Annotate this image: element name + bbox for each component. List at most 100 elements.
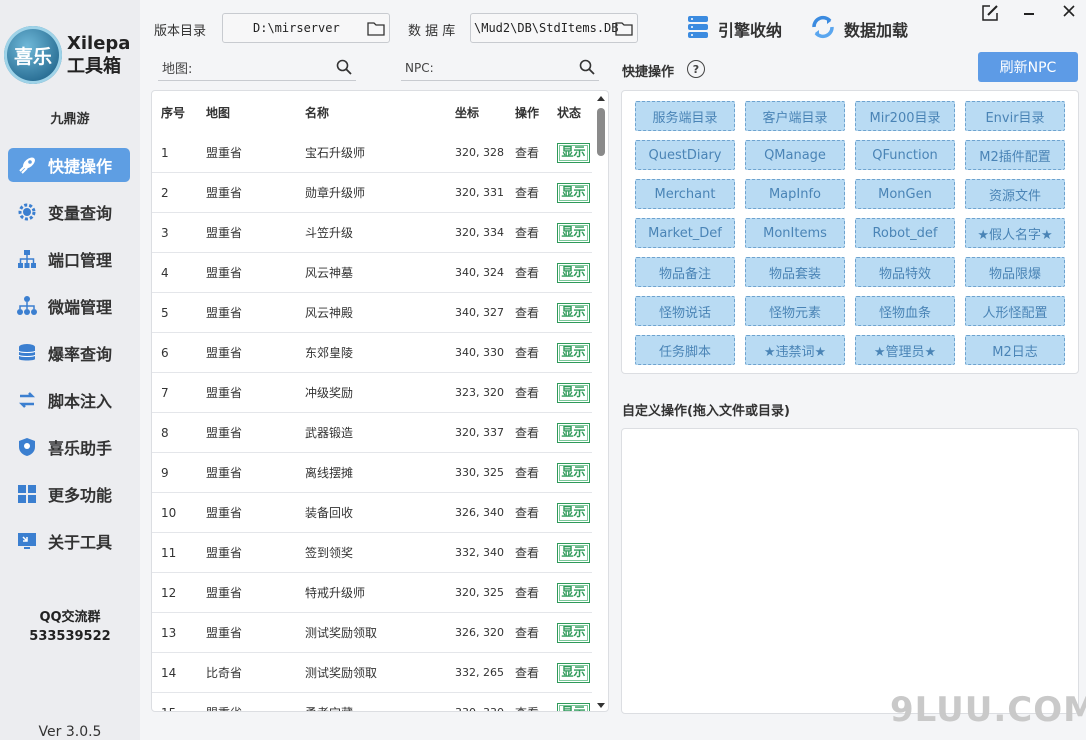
view-link[interactable]: 查看 xyxy=(506,224,548,241)
col-header-xy[interactable]: 坐标 xyxy=(446,104,506,121)
quick-op-button[interactable]: MonItems xyxy=(745,218,845,248)
close-icon[interactable] xyxy=(1058,0,1080,22)
table-row[interactable]: 7 盟重省 冲级奖励 323, 320 查看 显示 xyxy=(152,373,592,413)
table-row[interactable]: 12 盟重省 特戒升级师 320, 325 查看 显示 xyxy=(152,573,592,613)
quick-op-button[interactable]: Envir目录 xyxy=(965,101,1065,131)
table-row[interactable]: 11 盟重省 签到领奖 332, 340 查看 显示 xyxy=(152,533,592,573)
quick-op-button[interactable]: 资源文件 xyxy=(965,179,1065,209)
edit-icon[interactable] xyxy=(979,2,1001,24)
quick-op-button[interactable]: 怪物元素 xyxy=(745,296,845,326)
search-icon[interactable] xyxy=(336,59,352,79)
show-toggle-button[interactable]: 显示 xyxy=(557,222,590,243)
show-toggle-button[interactable]: 显示 xyxy=(557,702,590,711)
quick-op-button[interactable]: Merchant xyxy=(635,179,735,209)
show-toggle-button[interactable]: 显示 xyxy=(557,302,590,323)
table-row[interactable]: 5 盟重省 风云神殿 340, 327 查看 显示 xyxy=(152,293,592,333)
view-link[interactable]: 查看 xyxy=(506,304,548,321)
sidebar-item-port-manage[interactable]: 端口管理 xyxy=(8,242,130,276)
show-toggle-button[interactable]: 显示 xyxy=(557,422,590,443)
table-row[interactable]: 14 比奇省 测试奖励领取 332, 265 查看 显示 xyxy=(152,653,592,693)
quick-op-button[interactable]: QuestDiary xyxy=(635,140,735,170)
quick-op-button[interactable]: ★管理员★ xyxy=(855,335,955,365)
table-row[interactable]: 2 盟重省 勋章升级师 320, 331 查看 显示 xyxy=(152,173,592,213)
sidebar-item-more[interactable]: 更多功能 xyxy=(8,477,130,511)
quick-op-button[interactable]: 人形怪配置 xyxy=(965,296,1065,326)
view-link[interactable]: 查看 xyxy=(506,344,548,361)
table-row[interactable]: 4 盟重省 风云神墓 340, 324 查看 显示 xyxy=(152,253,592,293)
quick-op-button[interactable]: 物品备注 xyxy=(635,257,735,287)
quick-op-button[interactable]: 物品特效 xyxy=(855,257,955,287)
version-dir-field[interactable]: D:\mirserver xyxy=(222,13,390,43)
sidebar-item-micro-client[interactable]: 微端管理 xyxy=(8,289,130,323)
view-link[interactable]: 查看 xyxy=(506,384,548,401)
table-row[interactable]: 1 盟重省 宝石升级师 320, 328 查看 显示 xyxy=(152,133,592,173)
table-row[interactable]: 6 盟重省 东郊皇陵 340, 330 查看 显示 xyxy=(152,333,592,373)
table-row[interactable]: 8 盟重省 武器锻造 320, 337 查看 显示 xyxy=(152,413,592,453)
quick-op-button[interactable]: 怪物说话 xyxy=(635,296,735,326)
view-link[interactable]: 查看 xyxy=(506,424,548,441)
refresh-npc-button[interactable]: 刷新NPC xyxy=(978,52,1078,82)
show-toggle-button[interactable]: 显示 xyxy=(557,382,590,403)
table-scrollbar[interactable] xyxy=(594,91,608,711)
quick-op-button[interactable]: ★违禁词★ xyxy=(745,335,845,365)
engine-store-button[interactable]: 引擎收纳 xyxy=(686,14,782,44)
view-link[interactable]: 查看 xyxy=(506,504,548,521)
col-header-map[interactable]: 地图 xyxy=(197,104,296,121)
sidebar-item-about[interactable]: 关于工具 xyxy=(8,524,130,558)
quick-op-button[interactable]: 任务脚本 xyxy=(635,335,735,365)
view-link[interactable]: 查看 xyxy=(506,544,548,561)
sidebar-item-script-inject[interactable]: 脚本注入 xyxy=(8,383,130,417)
quick-op-button[interactable]: 物品套装 xyxy=(745,257,845,287)
show-toggle-button[interactable]: 显示 xyxy=(557,142,590,163)
npc-search-input[interactable]: NPC: xyxy=(401,55,599,81)
quick-op-button[interactable]: QManage xyxy=(745,140,845,170)
scroll-down-arrow-icon[interactable] xyxy=(597,703,605,708)
quick-op-button[interactable]: Robot_def xyxy=(855,218,955,248)
col-header-status[interactable]: 状态 xyxy=(548,104,592,121)
view-link[interactable]: 查看 xyxy=(506,184,548,201)
view-link[interactable]: 查看 xyxy=(506,704,548,711)
map-search-input[interactable]: 地图: xyxy=(158,55,356,81)
show-toggle-button[interactable]: 显示 xyxy=(557,582,590,603)
quick-op-button[interactable]: 服务端目录 xyxy=(635,101,735,131)
custom-ops-dropzone[interactable] xyxy=(621,428,1079,714)
quick-op-button[interactable]: MapInfo xyxy=(745,179,845,209)
table-row[interactable]: 9 盟重省 离线摆摊 330, 325 查看 显示 xyxy=(152,453,592,493)
quick-op-button[interactable]: Mir200目录 xyxy=(855,101,955,131)
db-field[interactable]: \Mud2\DB\StdItems.DB xyxy=(470,13,638,43)
scroll-up-arrow-icon[interactable] xyxy=(597,96,605,101)
view-link[interactable]: 查看 xyxy=(506,264,548,281)
quick-op-button[interactable]: MonGen xyxy=(855,179,955,209)
data-load-button[interactable]: 数据加载 xyxy=(810,14,908,44)
view-link[interactable]: 查看 xyxy=(506,144,548,161)
sidebar-item-drop-rate[interactable]: 爆率查询 xyxy=(8,336,130,370)
show-toggle-button[interactable]: 显示 xyxy=(557,662,590,683)
sidebar-item-variable-query[interactable]: 变量查询 xyxy=(8,195,130,229)
quick-op-button[interactable]: 怪物血条 xyxy=(855,296,955,326)
table-row[interactable]: 3 盟重省 斗笠升级 320, 334 查看 显示 xyxy=(152,213,592,253)
scroll-thumb[interactable] xyxy=(597,108,605,156)
view-link[interactable]: 查看 xyxy=(506,664,548,681)
show-toggle-button[interactable]: 显示 xyxy=(557,462,590,483)
table-row[interactable]: 15盟重省勇者宝藏330, 330查看 显示 xyxy=(152,693,592,711)
col-header-op[interactable]: 操作 xyxy=(506,104,548,121)
table-row[interactable]: 13 盟重省 测试奖励领取 326, 320 查看 显示 xyxy=(152,613,592,653)
view-link[interactable]: 查看 xyxy=(506,624,548,641)
folder-icon[interactable] xyxy=(615,20,633,39)
folder-icon[interactable] xyxy=(367,20,385,39)
show-toggle-button[interactable]: 显示 xyxy=(557,182,590,203)
quick-op-button[interactable]: ★假人名字★ xyxy=(965,218,1065,248)
view-link[interactable]: 查看 xyxy=(506,464,548,481)
search-icon[interactable] xyxy=(579,59,595,79)
quick-op-button[interactable]: 客户端目录 xyxy=(745,101,845,131)
show-toggle-button[interactable]: 显示 xyxy=(557,502,590,523)
quick-op-button[interactable]: M2插件配置 xyxy=(965,140,1065,170)
view-link[interactable]: 查看 xyxy=(506,584,548,601)
sidebar-item-quick-ops[interactable]: 快捷操作 xyxy=(8,148,130,182)
show-toggle-button[interactable]: 显示 xyxy=(557,542,590,563)
col-header-name[interactable]: 名称 xyxy=(296,104,446,121)
col-header-no[interactable]: 序号 xyxy=(152,104,197,121)
quick-op-button[interactable]: M2日志 xyxy=(965,335,1065,365)
sidebar-item-assistant[interactable]: 喜乐助手 xyxy=(8,430,130,464)
show-toggle-button[interactable]: 显示 xyxy=(557,262,590,283)
